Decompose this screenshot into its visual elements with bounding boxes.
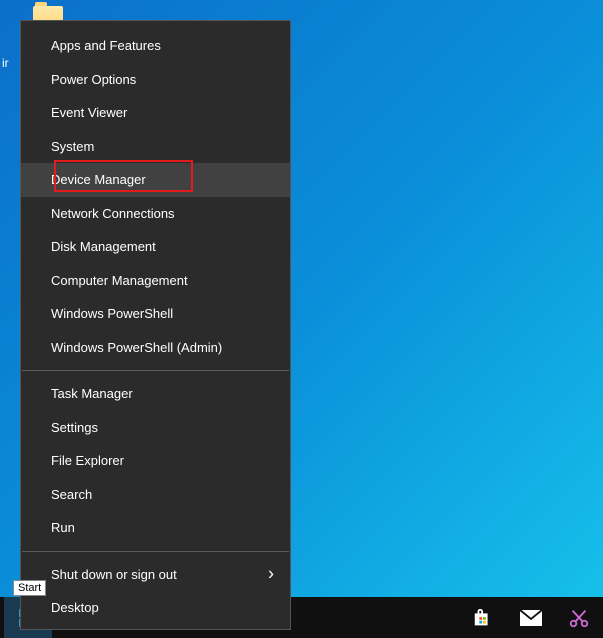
- mail-icon: [519, 609, 543, 627]
- menu-item-task-manager[interactable]: Task Manager: [21, 377, 290, 411]
- menu-item-disk-management[interactable]: Disk Management: [21, 230, 290, 264]
- menu-item-label: Device Manager: [51, 172, 146, 187]
- menu-item-label: Desktop: [51, 600, 99, 615]
- menu-item-label: Search: [51, 487, 92, 502]
- menu-divider: [22, 370, 289, 371]
- menu-item-label: Task Manager: [51, 386, 133, 401]
- menu-item-run[interactable]: Run: [21, 511, 290, 545]
- menu-item-label: System: [51, 139, 94, 154]
- snip-icon: [568, 607, 590, 629]
- menu-item-network-connections[interactable]: Network Connections: [21, 197, 290, 231]
- menu-item-label: Run: [51, 520, 75, 535]
- menu-item-label: Computer Management: [51, 273, 188, 288]
- menu-item-label: Windows PowerShell (Admin): [51, 340, 222, 355]
- taskbar-store-button[interactable]: [459, 597, 507, 638]
- menu-item-shutdown-signout[interactable]: Shut down or sign out ›: [21, 558, 290, 592]
- menu-item-label: Power Options: [51, 72, 136, 87]
- winx-context-menu: Apps and Features Power Options Event View…: [20, 20, 291, 630]
- menu-item-label: Event Viewer: [51, 105, 127, 120]
- menu-item-windows-powershell-admin[interactable]: Windows PowerShell (Admin): [21, 331, 290, 365]
- menu-item-label: Disk Management: [51, 239, 156, 254]
- menu-item-system[interactable]: System: [21, 130, 290, 164]
- start-tooltip: Start: [13, 580, 46, 596]
- menu-item-power-options[interactable]: Power Options: [21, 63, 290, 97]
- menu-item-computer-management[interactable]: Computer Management: [21, 264, 290, 298]
- menu-item-event-viewer[interactable]: Event Viewer: [21, 96, 290, 130]
- menu-divider: [22, 551, 289, 552]
- menu-item-desktop[interactable]: Desktop: [21, 591, 290, 625]
- taskbar-mail-button[interactable]: [507, 597, 555, 638]
- menu-item-windows-powershell[interactable]: Windows PowerShell: [21, 297, 290, 331]
- menu-item-label: Apps and Features: [51, 38, 161, 53]
- chevron-right-icon: ›: [268, 558, 274, 592]
- store-icon: [472, 607, 494, 629]
- desktop-icon-label-fragment: ir: [2, 56, 9, 70]
- menu-item-label: File Explorer: [51, 453, 124, 468]
- menu-item-search[interactable]: Search: [21, 478, 290, 512]
- menu-item-label: Windows PowerShell: [51, 306, 173, 321]
- menu-item-settings[interactable]: Settings: [21, 411, 290, 445]
- menu-item-apps-features[interactable]: Apps and Features: [21, 29, 290, 63]
- taskbar-snip-button[interactable]: [555, 597, 603, 638]
- menu-item-label: Settings: [51, 420, 98, 435]
- menu-item-file-explorer[interactable]: File Explorer: [21, 444, 290, 478]
- menu-item-device-manager[interactable]: Device Manager: [21, 163, 290, 197]
- menu-item-label: Network Connections: [51, 206, 175, 221]
- menu-item-label: Shut down or sign out: [51, 567, 177, 582]
